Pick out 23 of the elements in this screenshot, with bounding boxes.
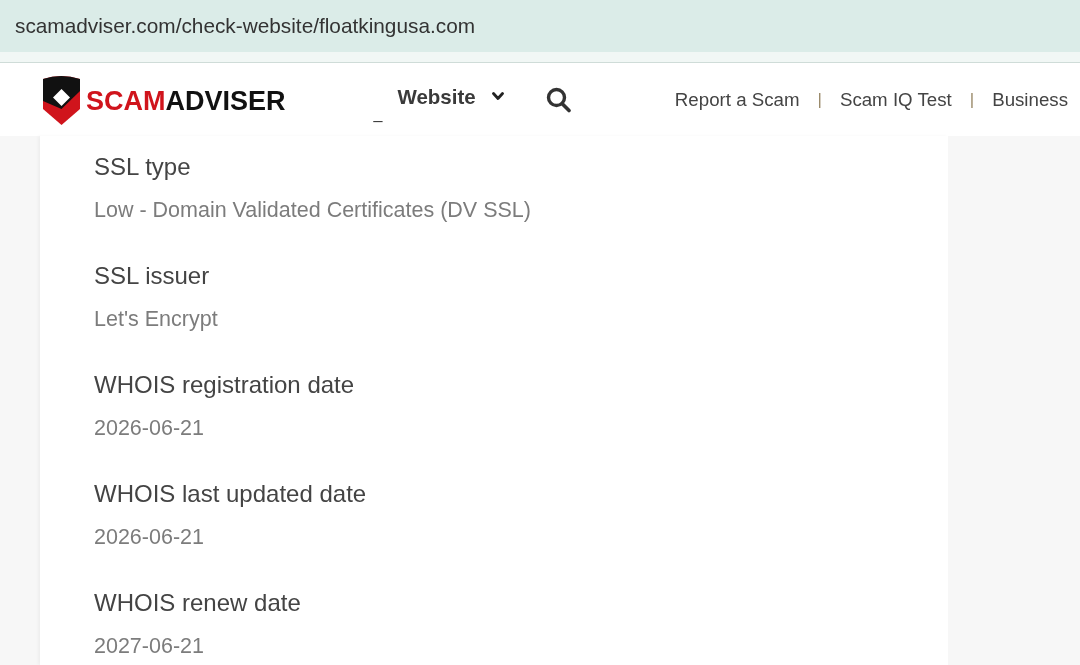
field-label: WHOIS registration date bbox=[94, 370, 355, 400]
website-menu-button[interactable]: Website bbox=[397, 84, 504, 109]
field-value: Low - Domain Validated Certificates (DV SSL) bbox=[94, 197, 531, 223]
nav-separator: | bbox=[969, 89, 975, 110]
address-bar[interactable]: scamadviser.com/check-website/floatkingusa.com bbox=[0, 0, 1080, 63]
field-label: SSL issuer bbox=[94, 261, 210, 291]
field-value: 2027-06-21 bbox=[94, 633, 204, 659]
url-text: scamadviser.com/check-website/floatkingusa.com bbox=[15, 14, 476, 38]
shield-logo-icon bbox=[43, 74, 80, 125]
field-value: 2026-06-21 bbox=[94, 415, 204, 441]
nav-link[interactable]: Business bbox=[992, 88, 1068, 111]
nav-separator: | bbox=[817, 89, 822, 110]
field-value: 2026-06-21 bbox=[94, 524, 204, 550]
field-label: WHOIS renew date bbox=[94, 588, 301, 618]
logo-wordmark[interactable]: SCAMADVISER bbox=[86, 87, 286, 115]
caret-icon bbox=[491, 92, 504, 101]
nav-link[interactable]: Scam IQ Test bbox=[839, 88, 952, 111]
underscore-mark: _ bbox=[373, 106, 383, 122]
field-label: SSL type bbox=[94, 152, 191, 182]
field-value: Let's Encrypt bbox=[94, 306, 218, 332]
nav-link[interactable]: Report a Scam bbox=[674, 88, 800, 111]
search-icon[interactable] bbox=[545, 86, 571, 113]
field-label: WHOIS last updated date bbox=[94, 479, 367, 509]
